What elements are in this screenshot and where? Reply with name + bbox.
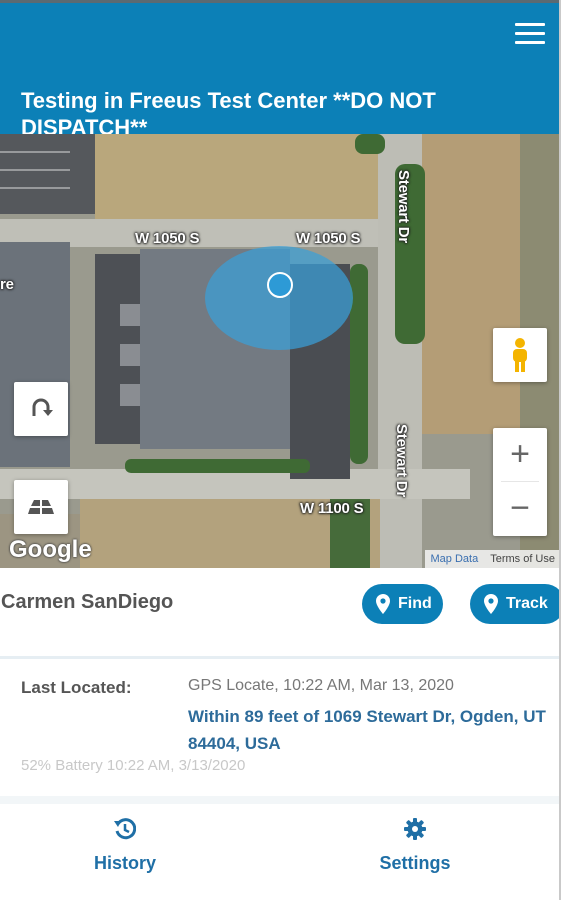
- track-label: Track: [506, 595, 548, 612]
- settings-label: Settings: [379, 853, 451, 873]
- rotate-icon: [32, 398, 53, 416]
- find-label: Find: [398, 595, 432, 612]
- settings-tab[interactable]: Settings: [355, 818, 475, 874]
- tilt-map-button[interactable]: [14, 480, 68, 534]
- app-header: Testing in Freeus Test Center **DO NOT D…: [0, 0, 561, 140]
- last-located-label: Last Located:: [21, 678, 132, 697]
- hamburger-menu-icon[interactable]: [515, 23, 547, 47]
- map-view[interactable]: W 1050 S W 1050 S Stewart Dr Stewart Dr …: [0, 134, 561, 568]
- road-label: re: [0, 276, 14, 293]
- bottom-tab-bar: History Settings: [0, 804, 561, 900]
- gear-icon: [404, 818, 426, 840]
- road-label: W 1100 S: [300, 500, 364, 517]
- person-row: Carmen SanDiego Find Track: [0, 568, 561, 656]
- google-logo: Google: [9, 536, 92, 563]
- map-pin-icon: [376, 594, 390, 614]
- road-label: Stewart Dr: [395, 170, 412, 244]
- rotate-map-button[interactable]: [14, 382, 68, 436]
- road-label: W 1050 S: [135, 230, 200, 247]
- located-address: Within 89 feet of 1069 Stewart Dr, Ogden…: [188, 707, 546, 753]
- satellite-imagery: [0, 134, 561, 568]
- find-button[interactable]: Find: [362, 584, 443, 624]
- zoom-in-button[interactable]: +: [493, 428, 547, 481]
- page-title: Testing in Freeus Test Center **DO NOT D…: [21, 88, 436, 140]
- pegman-icon: [513, 338, 527, 372]
- location-marker-icon: [267, 272, 293, 298]
- terms-of-use-link[interactable]: Terms of Use: [484, 550, 561, 568]
- zoom-controls: + −: [493, 428, 547, 536]
- last-located-panel: Last Located: GPS Locate, 10:22 AM, Mar …: [0, 659, 561, 796]
- battery-status: 52% Battery 10:22 AM, 3/13/2020: [21, 757, 246, 774]
- map-data-link[interactable]: Map Data: [425, 550, 485, 568]
- history-icon: [114, 818, 137, 840]
- section-divider: [0, 796, 561, 804]
- street-view-pegman-button[interactable]: [493, 328, 547, 382]
- history-tab[interactable]: History: [65, 818, 185, 874]
- history-label: History: [93, 853, 156, 873]
- track-button[interactable]: Track: [470, 584, 561, 624]
- locate-source: GPS Locate, 10:22 AM, Mar 13, 2020: [188, 677, 454, 694]
- road-label: Stewart Dr: [393, 424, 410, 498]
- road-label: W 1050 S: [296, 230, 361, 247]
- zoom-out-button[interactable]: −: [493, 482, 547, 535]
- person-name: Carmen SanDiego: [1, 591, 174, 613]
- map-pin-icon: [484, 594, 498, 614]
- tilt-icon: [28, 500, 54, 514]
- map-attribution: Map Data Terms of Use: [424, 550, 561, 568]
